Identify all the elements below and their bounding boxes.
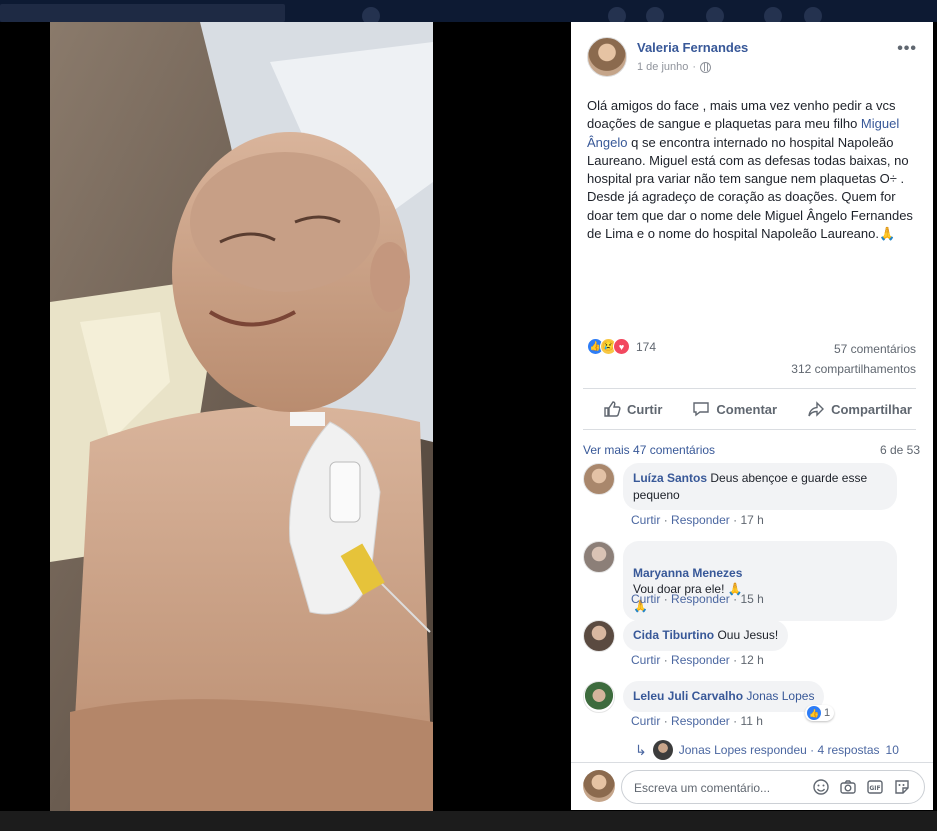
engagement-counts: 57 comentários 312 compartilhamentos — [791, 339, 916, 379]
comment-time[interactable]: 12 h — [740, 653, 763, 667]
commenter-name[interactable]: Maryanna Menezes — [633, 566, 742, 580]
viewer-bottom-bar — [0, 811, 937, 831]
commenter-avatar[interactable] — [583, 620, 615, 652]
comment-like-link[interactable]: Curtir — [631, 653, 660, 667]
profile-avatar[interactable] — [362, 7, 380, 22]
post-text-part-1: Olá amigos do face , mais uma vez venho … — [587, 98, 896, 132]
sticker-icon[interactable] — [893, 778, 911, 796]
comment-like-link[interactable]: Curtir — [631, 592, 660, 606]
comment-reply-link[interactable]: Responder — [671, 714, 730, 728]
divider — [583, 429, 916, 430]
share-button-label: Compartilhar — [831, 401, 912, 417]
comment-icon — [693, 402, 710, 417]
comment-like-link[interactable]: Curtir — [631, 513, 660, 527]
comment-text: Ouu Jesus! — [717, 628, 779, 642]
comment-bubble: Luíza Santos Deus abençoe e guarde esse … — [623, 463, 897, 510]
post-text-part-2: q se encontra internado no hospital Napo… — [587, 134, 913, 242]
share-icon — [808, 401, 825, 417]
tagged-user-link[interactable]: Jonas Lopes — [746, 689, 814, 703]
commenter-name[interactable]: Leleu Juli Carvalho — [633, 689, 743, 703]
view-replies-link[interactable]: ↳ Jonas Lopes respondeu · 4 respostas 10 — [635, 740, 899, 760]
commenter-avatar[interactable] — [583, 463, 615, 495]
post-header: Valeria Fernandes 1 de junho · — [587, 37, 917, 82]
separator: · — [663, 513, 668, 527]
account-menu-icon[interactable] — [804, 7, 822, 22]
more-options-icon[interactable]: ••• — [897, 40, 917, 58]
reply-arrow-icon: ↳ — [635, 741, 647, 758]
messages-icon[interactable] — [646, 7, 664, 22]
comment-actions: Curtir · Responder · 12 h — [631, 653, 764, 667]
commenter-name[interactable]: Cida Tiburtino — [633, 628, 714, 642]
current-user-avatar[interactable] — [583, 770, 615, 802]
globe-icon[interactable] — [700, 61, 712, 73]
like-button-label: Curtir — [627, 401, 663, 417]
shares-count[interactable]: 312 compartilhamentos — [791, 359, 916, 379]
svg-text:GIF: GIF — [869, 785, 880, 792]
comment-button[interactable]: Comentar — [692, 400, 777, 418]
reactions-summary[interactable]: 👍 😢 ♥ 174 — [587, 338, 656, 355]
composer-icons: GIF — [812, 778, 911, 796]
separator: · — [663, 653, 668, 667]
comment-actions: Curtir · Responder · 11 h — [631, 714, 763, 728]
friend-requests-icon[interactable] — [608, 7, 626, 22]
like-reaction-icon: 👍 — [807, 706, 821, 720]
meta-separator: · — [692, 61, 697, 73]
replier-avatar — [652, 740, 673, 760]
comment-reply-link[interactable]: Responder — [671, 513, 730, 527]
separator: · — [733, 714, 738, 728]
notifications-icon[interactable] — [706, 7, 724, 22]
commenter-name[interactable]: Luíza Santos — [633, 471, 707, 485]
comments-page-count: 6 de 53 — [879, 443, 920, 457]
comments-header: Ver mais 47 comentários 6 de 53 — [583, 443, 920, 457]
comment-reply-link[interactable]: Responder — [671, 653, 730, 667]
post-text: Olá amigos do face , mais uma vez venho … — [587, 97, 917, 243]
gif-icon[interactable]: GIF — [866, 778, 884, 796]
separator: · — [733, 513, 738, 527]
comment-reply-link[interactable]: Responder — [671, 592, 730, 606]
comment-bubble: Cida Tiburtino Ouu Jesus! — [623, 620, 789, 651]
comment-reaction-badge[interactable]: 👍 1 — [805, 705, 835, 721]
divider — [571, 762, 933, 763]
separator: · — [733, 653, 738, 667]
author-name[interactable]: Valeria Fernandes — [637, 40, 748, 55]
author-avatar[interactable] — [587, 37, 627, 77]
post-meta: 1 de junho · — [637, 61, 712, 73]
post-side-panel: Valeria Fernandes 1 de junho · ••• Olá a… — [571, 22, 933, 810]
comment-button-label: Comentar — [716, 401, 778, 417]
comment-reaction-count: 1 — [824, 707, 831, 719]
camera-icon[interactable] — [839, 778, 857, 796]
replies-trailing: 10 — [885, 743, 899, 757]
search-input[interactable] — [0, 4, 285, 22]
commenter-avatar[interactable] — [583, 541, 615, 573]
separator: · — [663, 714, 668, 728]
comment-composer: Escreva um comentário... GIF — [583, 770, 925, 804]
comment-time[interactable]: 15 h — [740, 592, 763, 606]
thumbs-up-icon — [604, 401, 621, 417]
post-photo — [50, 22, 433, 811]
emoji-icon[interactable] — [812, 778, 830, 796]
like-button[interactable]: Curtir — [603, 400, 662, 418]
reactions-count[interactable]: 174 — [636, 340, 656, 354]
see-more-comments-link[interactable]: Ver mais 47 comentários — [583, 443, 715, 457]
comment-time[interactable]: 11 h — [740, 714, 762, 728]
comment-like-link[interactable]: Curtir — [631, 714, 660, 728]
post-date[interactable]: 1 de junho — [637, 61, 688, 73]
replies-summary: Jonas Lopes respondeu · 4 respostas — [678, 743, 880, 757]
comment-bubble: Leleu Juli Carvalho Jonas Lopes — [623, 681, 825, 712]
share-button[interactable]: Compartilhar — [807, 400, 912, 418]
top-navigation-bar — [0, 0, 937, 22]
divider — [583, 388, 916, 389]
love-reaction-icon: ♥ — [613, 338, 630, 355]
commenter-avatar[interactable] — [583, 681, 615, 713]
comment-bubble: Maryanna Menezes Vou doar pra ele! 🙏 🙏 — [623, 541, 897, 621]
child-in-hospital-bed-image — [50, 22, 433, 811]
separator: · — [663, 592, 668, 606]
post-actions: Curtir Comentar Compartilhar — [583, 391, 916, 427]
comment-actions: Curtir · Responder · 15 h — [631, 592, 764, 606]
comments-count[interactable]: 57 comentários — [791, 339, 916, 359]
help-icon[interactable] — [764, 7, 782, 22]
separator: · — [733, 592, 738, 606]
comment-time[interactable]: 17 h — [740, 513, 763, 527]
comment-actions: Curtir · Responder · 17 h — [631, 513, 764, 527]
